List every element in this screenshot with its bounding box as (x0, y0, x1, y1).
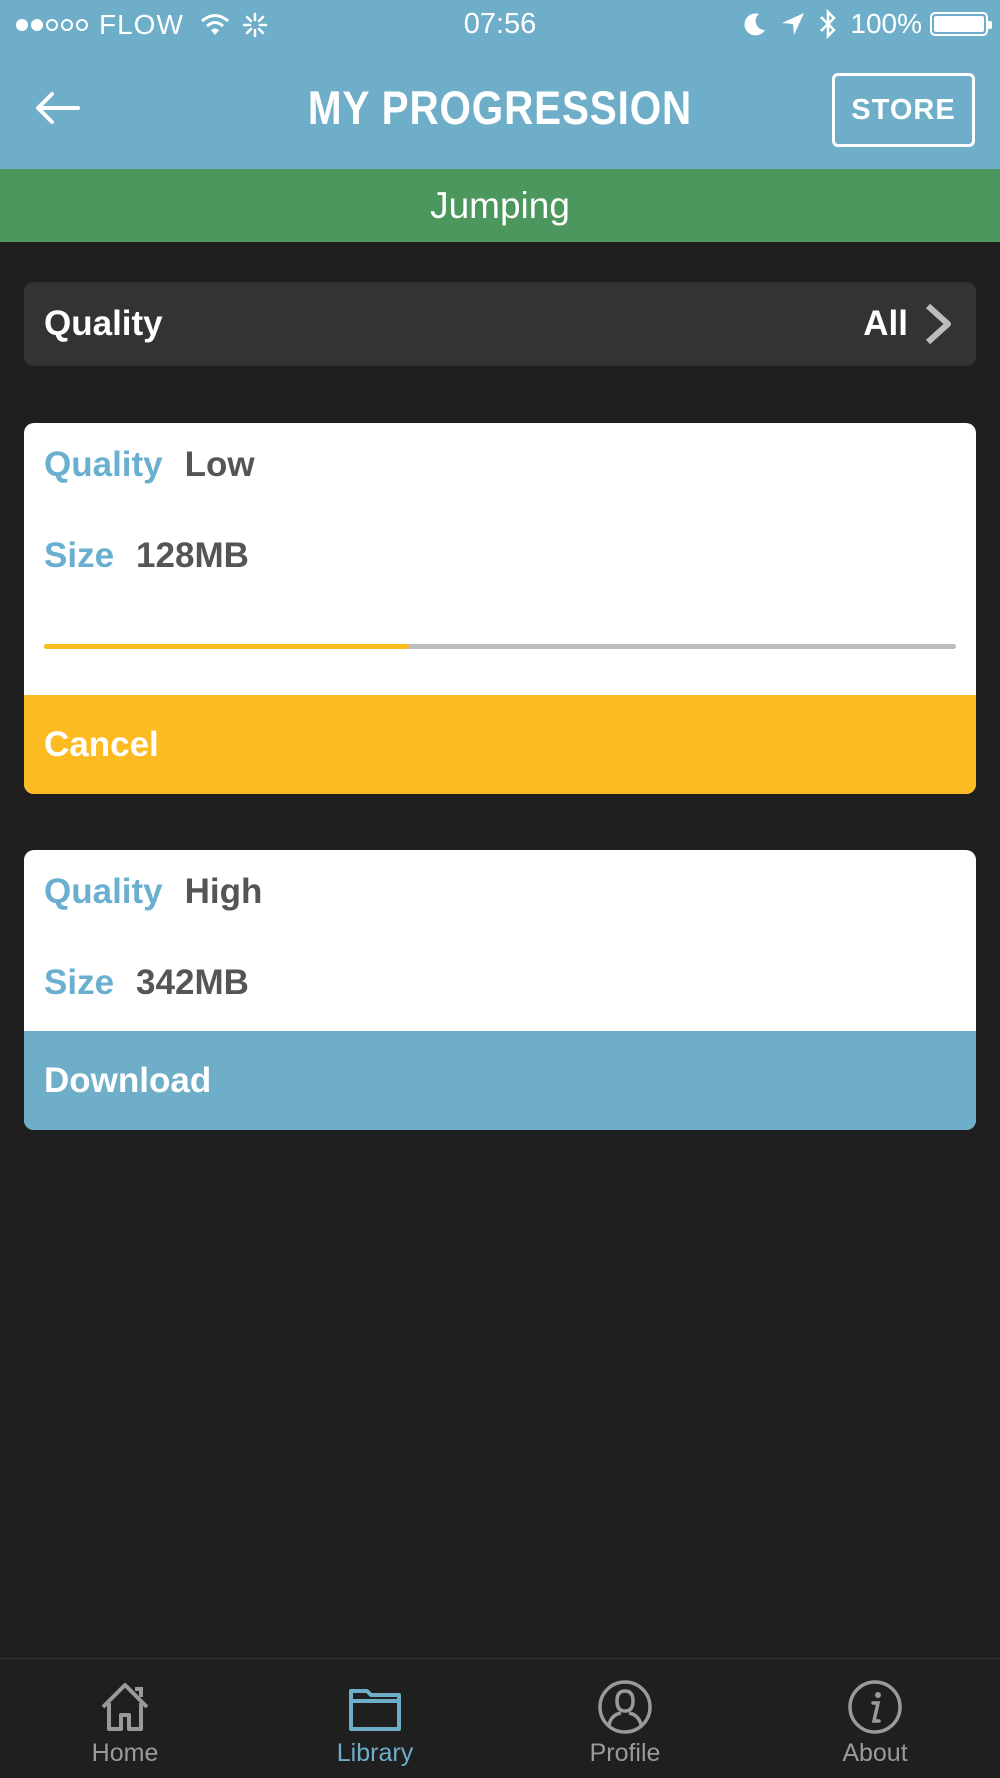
location-arrow-icon (782, 13, 805, 35)
profile-icon (598, 1680, 652, 1734)
moon-icon (744, 13, 766, 36)
battery-icon (930, 12, 992, 36)
download-progress-fill (44, 644, 409, 649)
tab-label-library: Library (336, 1739, 414, 1767)
quality-filter-row[interactable]: Quality All (24, 282, 976, 366)
status-bar: FLOW 07:56 100% (0, 0, 1000, 50)
tab-label-home: Home (91, 1739, 159, 1767)
size-key: Size (44, 963, 115, 1002)
download-button[interactable]: Download (24, 1031, 976, 1130)
app-header: MY PROGRESSION STORE (0, 50, 1000, 169)
quality-value: Low (184, 445, 255, 484)
quality-key: Quality (44, 445, 163, 484)
bluetooth-icon (820, 9, 837, 39)
tab-home[interactable]: Home (0, 1659, 250, 1778)
size-value: 128MB (136, 536, 249, 575)
battery-level (934, 16, 984, 32)
battery-percentage: 100% (850, 8, 922, 39)
folder-icon (349, 1689, 401, 1731)
size-key: Size (44, 536, 115, 575)
tab-label-profile: Profile (589, 1739, 661, 1767)
quality-field: Quality Low (44, 445, 255, 485)
quality-key: Quality (44, 872, 163, 911)
quality-field: Quality High (44, 872, 262, 912)
tab-about[interactable]: About (750, 1659, 1000, 1778)
page-title: MY PROGRESSION (307, 81, 693, 134)
screen: FLOW 07:56 100% MY PROGRESSION STORE Jum… (0, 0, 1000, 1778)
size-value: 342MB (136, 963, 249, 1002)
top-bar: FLOW 07:56 100% MY PROGRESSION STORE (0, 0, 1000, 169)
tab-profile[interactable]: Profile (500, 1659, 750, 1778)
download-progress-bar (44, 644, 956, 649)
size-field: Size 342MB (44, 963, 249, 1003)
tab-bar: Home Library Profile About (0, 1658, 1000, 1778)
filter-value: All (863, 304, 908, 343)
status-right: 100% (742, 8, 992, 40)
download-card-low: Quality Low Size 128MB Cancel (24, 423, 976, 794)
home-icon (101, 1683, 149, 1731)
filter-label: Quality (44, 304, 163, 343)
size-field: Size 128MB (44, 536, 249, 576)
cancel-button[interactable]: Cancel (24, 695, 976, 794)
tab-label-about: About (842, 1739, 908, 1767)
info-icon (848, 1680, 902, 1734)
category-title: Jumping (0, 169, 1000, 242)
download-card-high: Quality High Size 342MB Download (24, 850, 976, 1130)
store-button[interactable]: STORE (832, 73, 975, 147)
tab-library[interactable]: Library (250, 1659, 500, 1778)
quality-value: High (184, 872, 263, 911)
chevron-right-icon (925, 303, 951, 345)
